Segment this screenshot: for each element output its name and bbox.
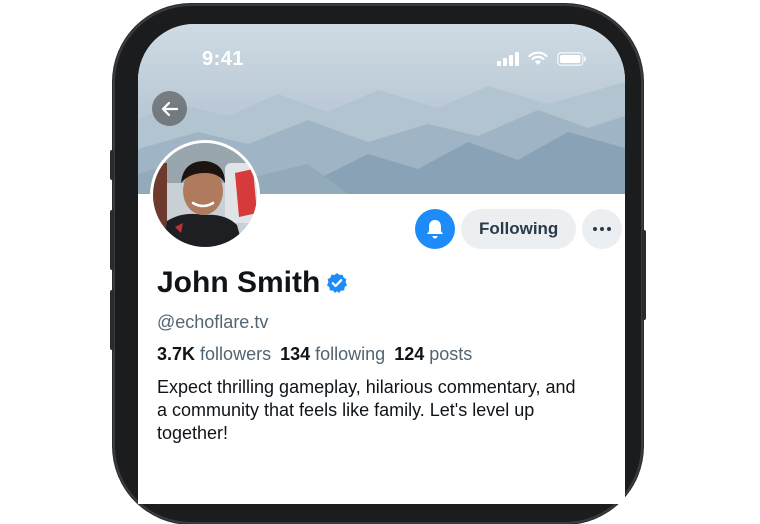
status-icons [497,51,587,66]
following-count: 134 [280,344,311,364]
phone-side-button [110,210,114,270]
avatar[interactable] [150,140,260,250]
more-button[interactable] [582,209,623,249]
phone-screen: 9:41 Following John Smith @echoflare.tv … [138,24,625,504]
profile-name-row: John Smith [157,266,348,300]
battery-icon [557,51,586,66]
profile-stats: 3.7K followers 134 following 124 posts [157,344,472,365]
following-button[interactable]: Following [461,209,577,249]
bell-icon [427,220,443,239]
more-icon [607,227,612,231]
profile-name: John Smith [157,266,321,299]
more-icon [593,227,598,231]
phone-side-button [642,230,646,320]
status-time: 9:41 [202,48,245,70]
wifi-icon [528,51,548,65]
following-stat[interactable]: 134 following [280,344,385,365]
more-icon [600,227,605,231]
followers-stat[interactable]: 3.7K followers [157,344,271,365]
following-label: following [315,344,386,364]
signal-icon [497,51,519,66]
posts-stat[interactable]: 124 posts [394,344,472,365]
phone-side-button [110,150,114,180]
followers-count: 3.7K [157,344,196,364]
posts-label: posts [429,344,473,364]
back-button[interactable] [152,91,187,126]
notifications-button[interactable] [415,209,455,249]
profile-handle: @echoflare.tv [157,312,269,332]
profile-bio: Expect thrilling gameplay, hilarious com… [157,377,576,443]
verified-badge-icon [327,273,348,293]
posts-count: 124 [394,344,425,364]
followers-label: followers [200,344,272,364]
back-arrow-icon [161,101,178,116]
avatar-photo [153,143,257,247]
profile-actions: Following [415,209,623,249]
phone-side-button [110,290,114,350]
